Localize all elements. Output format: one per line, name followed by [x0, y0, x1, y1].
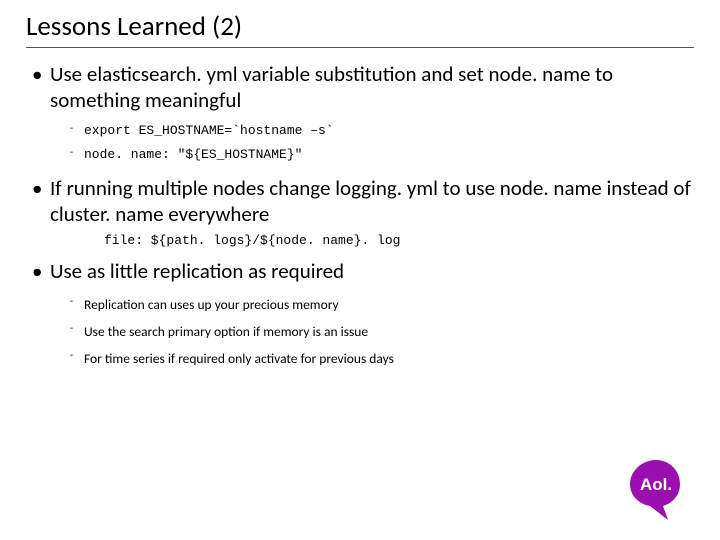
bullet-1: Use elasticsearch. yml variable substitu…	[26, 62, 694, 166]
page-title: Lessons Learned (2)	[26, 10, 694, 43]
text-sub-2: Use the search primary option if memory …	[50, 318, 694, 345]
aol-logo: Aol.	[616, 454, 696, 524]
bullet-1-text: Use elasticsearch. yml variable substitu…	[50, 61, 613, 113]
bullet-1-subs: export ES_HOSTNAME=`hostname –s` node. n…	[50, 119, 694, 166]
bullet-2: If running multiple nodes change logging…	[26, 176, 694, 249]
slide: Lessons Learned (2) Use elasticsearch. y…	[0, 0, 720, 540]
title-underline	[26, 47, 694, 48]
main-list: Use elasticsearch. yml variable substitu…	[26, 62, 694, 372]
code-sub-2: node. name: "${ES_HOSTNAME}"	[50, 143, 694, 166]
bullet-2-text: If running multiple nodes change logging…	[50, 175, 691, 227]
code-line: file: ${path. logs}/${node. name}. log	[50, 233, 694, 249]
bullet-3-text: Use as little replication as required	[50, 258, 344, 284]
code-sub-1: export ES_HOSTNAME=`hostname –s`	[50, 119, 694, 142]
text-sub-1: Replication can uses up your precious me…	[50, 291, 694, 318]
bullet-3: Use as little replication as required Re…	[26, 259, 694, 372]
text-sub-3: For time series if required only activat…	[50, 345, 694, 372]
bullet-3-subs: Replication can uses up your precious me…	[50, 291, 694, 372]
logo-text: Aol.	[640, 475, 672, 494]
